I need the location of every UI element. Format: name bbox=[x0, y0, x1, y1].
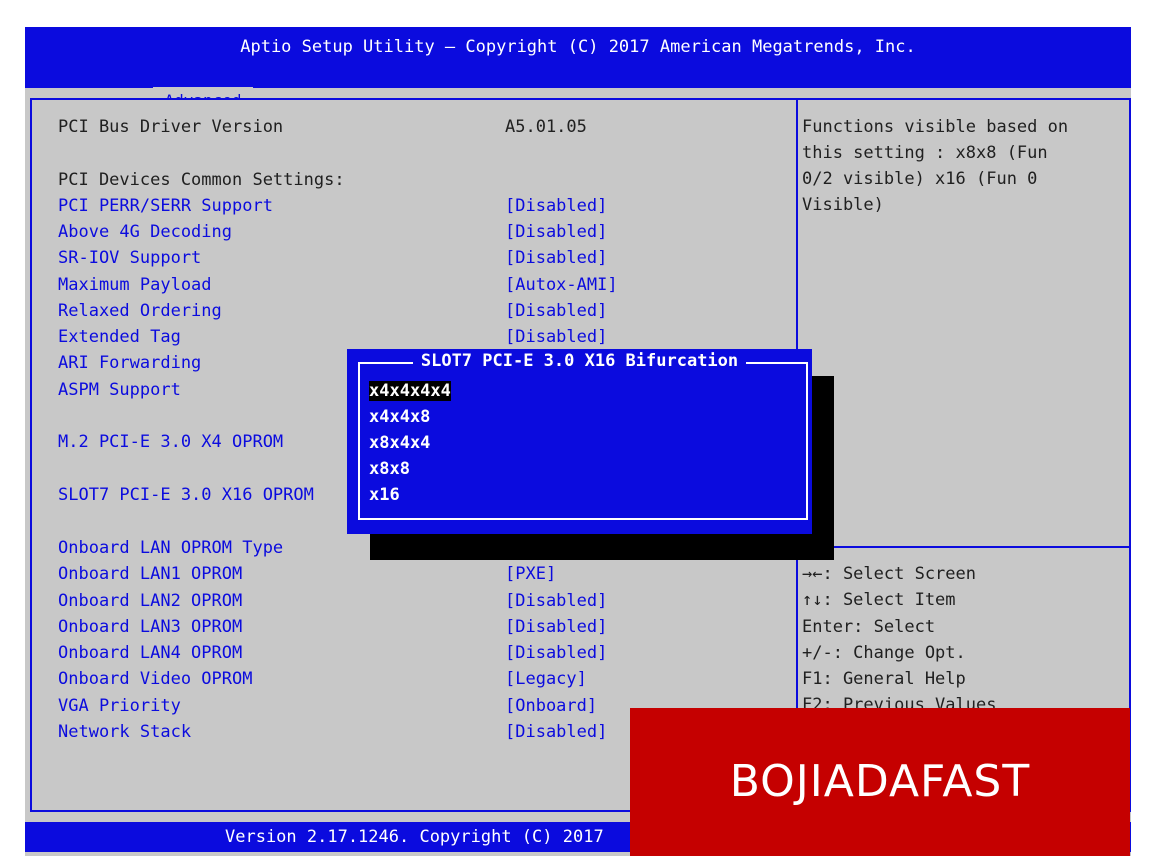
pci-driver-label: PCI Bus Driver Version bbox=[58, 117, 284, 137]
key-hint-select-item: ↑↓: Select Item bbox=[802, 590, 956, 610]
help-divider bbox=[798, 546, 1129, 548]
window-title: Aptio Setup Utility – Copyright (C) 2017… bbox=[240, 37, 916, 57]
help-line-4: Visible) bbox=[802, 195, 884, 215]
setting-network-stack-label[interactable]: Network Stack bbox=[58, 722, 191, 742]
title-bar: Aptio Setup Utility – Copyright (C) 2017… bbox=[25, 27, 1131, 114]
key-hint-enter: Enter: Select bbox=[802, 617, 936, 637]
help-line-1: Functions visible based on bbox=[802, 117, 1069, 137]
option-x4x4x4x4[interactable]: x4x4x4x4 bbox=[369, 381, 451, 401]
popup-title: SLOT7 PCI-E 3.0 X16 Bifurcation bbox=[347, 351, 812, 371]
setting-relaxed-ordering-label[interactable]: Relaxed Ordering bbox=[58, 301, 222, 321]
setting-pci-perr-label[interactable]: PCI PERR/SERR Support bbox=[58, 196, 273, 216]
setting-slot7-oprom-label[interactable]: SLOT7 PCI-E 3.0 X16 OPROM bbox=[58, 485, 314, 505]
setting-lan4-oprom-value[interactable]: [Disabled] bbox=[505, 643, 607, 663]
setting-above-4g-value[interactable]: [Disabled] bbox=[505, 222, 607, 242]
setting-lan-oprom-type-label[interactable]: Onboard LAN OPROM Type bbox=[58, 538, 283, 558]
setting-lan2-oprom-value[interactable]: [Disabled] bbox=[505, 591, 607, 611]
setting-max-payload-label[interactable]: Maximum Payload bbox=[58, 275, 212, 295]
setting-aspm-label[interactable]: ASPM Support bbox=[58, 380, 181, 400]
setting-pci-perr-value[interactable]: [Disabled] bbox=[505, 196, 607, 216]
setting-lan1-oprom-value[interactable]: [PXE] bbox=[505, 564, 556, 584]
option-x16[interactable]: x16 bbox=[369, 485, 400, 505]
option-x4x4x8[interactable]: x4x4x8 bbox=[369, 407, 430, 427]
common-settings-heading: PCI Devices Common Settings: bbox=[58, 170, 345, 190]
option-x8x4x4[interactable]: x8x4x4 bbox=[369, 433, 430, 453]
option-x8x8[interactable]: x8x8 bbox=[369, 459, 410, 479]
watermark-text: BOJIADAFAST bbox=[729, 756, 1031, 807]
pci-driver-value: A5.01.05 bbox=[505, 117, 587, 137]
setting-video-oprom-value[interactable]: [Legacy] bbox=[505, 669, 587, 689]
key-hint-select-screen: →←: Select Screen bbox=[802, 564, 976, 584]
setting-lan4-oprom-label[interactable]: Onboard LAN4 OPROM bbox=[58, 643, 242, 663]
setting-vga-priority-label[interactable]: VGA Priority bbox=[58, 696, 181, 716]
setting-relaxed-ordering-value[interactable]: [Disabled] bbox=[505, 301, 607, 321]
setting-lan3-oprom-label[interactable]: Onboard LAN3 OPROM bbox=[58, 617, 242, 637]
setting-lan2-oprom-label[interactable]: Onboard LAN2 OPROM bbox=[58, 591, 242, 611]
setting-ari-forwarding-label[interactable]: ARI Forwarding bbox=[58, 353, 201, 373]
setting-extended-tag-label[interactable]: Extended Tag bbox=[58, 327, 181, 347]
setting-network-stack-value[interactable]: [Disabled] bbox=[505, 722, 607, 742]
setting-lan1-oprom-label[interactable]: Onboard LAN1 OPROM bbox=[58, 564, 242, 584]
bifurcation-popup: SLOT7 PCI-E 3.0 X16 Bifurcation x4x4x4x4… bbox=[347, 349, 812, 534]
setting-sriov-label[interactable]: SR-IOV Support bbox=[58, 248, 201, 268]
key-hint-general-help: F1: General Help bbox=[802, 669, 966, 689]
setting-m2-oprom-label[interactable]: M.2 PCI-E 3.0 X4 OPROM bbox=[58, 432, 283, 452]
setting-vga-priority-value[interactable]: [Onboard] bbox=[505, 696, 597, 716]
help-line-3: 0/2 visible) x16 (Fun 0 bbox=[802, 169, 1038, 189]
setting-extended-tag-value[interactable]: [Disabled] bbox=[505, 327, 607, 347]
watermark-banner: BOJIADAFAST bbox=[630, 708, 1130, 856]
footer-version: Version 2.17.1246. Copyright (C) 2017 bbox=[225, 827, 604, 847]
setting-video-oprom-label[interactable]: Onboard Video OPROM bbox=[58, 669, 252, 689]
popup-title-text: SLOT7 PCI-E 3.0 X16 Bifurcation bbox=[412, 351, 747, 371]
help-line-2: this setting : x8x8 (Fun bbox=[802, 143, 1048, 163]
setting-above-4g-label[interactable]: Above 4G Decoding bbox=[58, 222, 232, 242]
setting-max-payload-value[interactable]: [Autox-AMI] bbox=[505, 275, 618, 295]
setting-sriov-value[interactable]: [Disabled] bbox=[505, 248, 607, 268]
key-hint-change-opt: +/-: Change Opt. bbox=[802, 643, 966, 663]
setting-lan3-oprom-value[interactable]: [Disabled] bbox=[505, 617, 607, 637]
